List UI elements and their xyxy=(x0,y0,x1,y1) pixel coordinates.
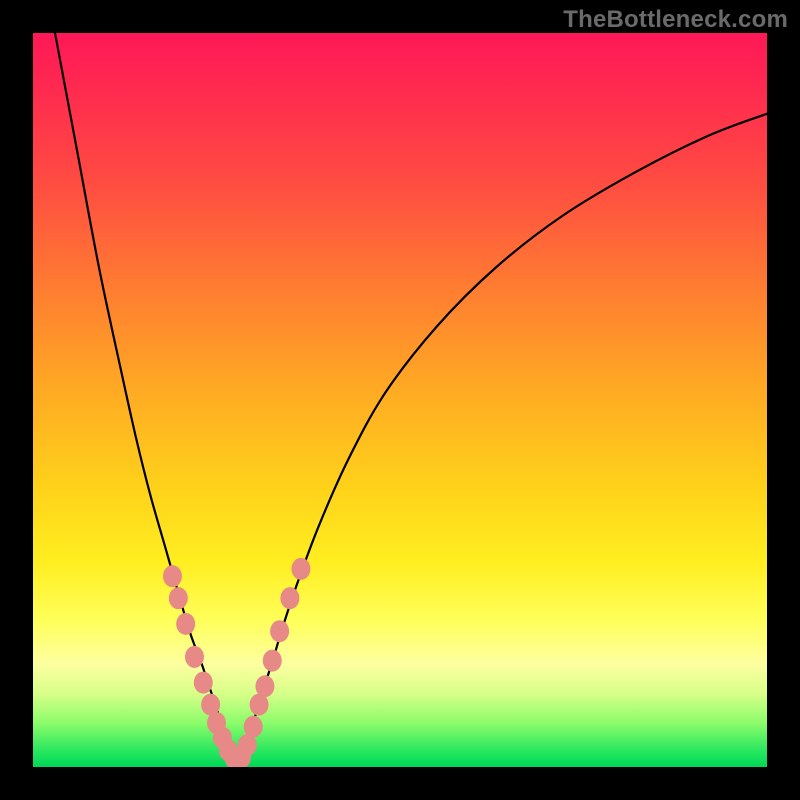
plot-area xyxy=(33,33,767,767)
watermark-text: TheBottleneck.com xyxy=(563,6,788,34)
data-marker xyxy=(194,672,213,694)
bottleneck-curve-right-branch xyxy=(239,114,767,760)
curve-group xyxy=(55,33,767,760)
data-marker xyxy=(263,650,282,672)
marker-group xyxy=(163,558,310,767)
data-marker xyxy=(185,646,204,668)
data-marker xyxy=(291,558,310,580)
data-marker xyxy=(255,675,274,697)
data-marker xyxy=(270,620,289,642)
data-marker xyxy=(169,587,188,609)
bottleneck-curve-left-branch xyxy=(55,33,239,760)
chart-frame: TheBottleneck.com xyxy=(0,0,800,800)
chart-svg xyxy=(33,33,767,767)
data-marker xyxy=(176,613,195,635)
data-marker xyxy=(244,716,263,738)
data-marker xyxy=(280,587,299,609)
data-marker xyxy=(163,565,182,587)
